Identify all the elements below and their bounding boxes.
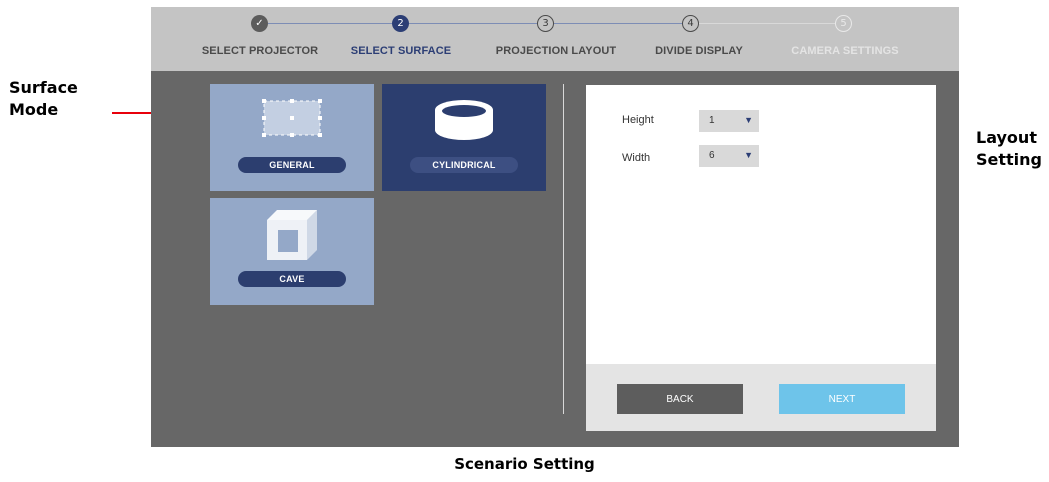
surface-tile-cylindrical[interactable]: CYLINDRICAL xyxy=(382,84,546,191)
back-button[interactable]: BACK xyxy=(617,384,743,414)
grid-plane-icon xyxy=(262,99,322,137)
step-label-camera-settings: CAMERA SETTINGS xyxy=(791,45,899,57)
next-button[interactable]: NEXT xyxy=(779,384,905,414)
height-dropdown[interactable]: 1 ▼ xyxy=(699,110,759,132)
wizard-stepper: ✓ 2 3 4 5 SELECT PROJECTOR SELECT SURFAC… xyxy=(151,7,959,71)
figure-caption: Scenario Setting xyxy=(454,455,595,473)
step-1-check-icon[interactable]: ✓ xyxy=(251,15,268,32)
step-2-indicator[interactable]: 2 xyxy=(392,15,409,32)
step-4-indicator[interactable]: 4 xyxy=(682,15,699,32)
height-label: Height xyxy=(622,114,654,126)
width-label: Width xyxy=(622,152,651,164)
panel-divider xyxy=(563,84,564,414)
panel-footer: BACK NEXT xyxy=(586,364,936,431)
surface-label-cave: CAVE xyxy=(238,271,346,287)
width-dropdown[interactable]: 6 ▼ xyxy=(699,145,759,167)
surface-label-cylindrical: CYLINDRICAL xyxy=(410,157,518,173)
step-5-indicator: 5 xyxy=(835,15,852,32)
step-3-indicator[interactable]: 3 xyxy=(537,15,554,32)
surface-tile-general[interactable]: GENERAL xyxy=(210,84,374,191)
triangle-down-icon: ▼ xyxy=(744,115,753,125)
width-value: 6 xyxy=(709,150,715,161)
layout-setting-panel: Height 1 ▼ Width 6 ▼ BACK NEXT xyxy=(586,85,936,431)
step-label-divide-display[interactable]: DIVIDE DISPLAY xyxy=(655,45,743,57)
step-connector xyxy=(409,23,537,24)
cylinder-icon xyxy=(435,100,493,140)
figure: Surface Mode Layout Setting ✓ 2 3 4 5 SE… xyxy=(0,0,1049,482)
height-value: 1 xyxy=(709,115,715,126)
surface-label-general: GENERAL xyxy=(238,157,346,173)
app-window: ✓ 2 3 4 5 SELECT PROJECTOR SELECT SURFAC… xyxy=(151,7,959,447)
surface-mode-annotation: Surface Mode xyxy=(9,78,78,119)
surface-tile-cave[interactable]: CAVE xyxy=(210,198,374,305)
step-connector xyxy=(268,23,392,24)
step-connector xyxy=(554,23,682,24)
step-label-projection-layout[interactable]: PROJECTION LAYOUT xyxy=(496,45,616,57)
triangle-down-icon: ▼ xyxy=(744,150,753,160)
step-connector xyxy=(699,23,835,24)
step-label-select-surface[interactable]: SELECT SURFACE xyxy=(351,45,451,57)
cube-icon xyxy=(267,210,317,260)
step-label-select-projector[interactable]: SELECT PROJECTOR xyxy=(202,45,318,57)
layout-setting-annotation: Layout Setting xyxy=(976,128,1042,169)
